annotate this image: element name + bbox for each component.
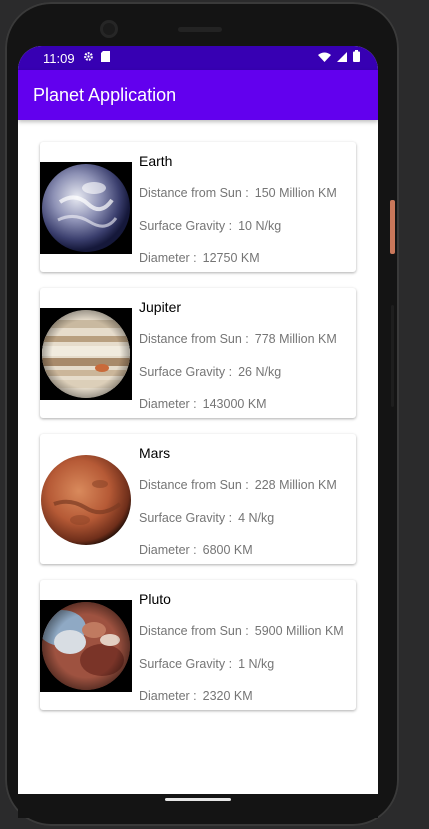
settings-icon bbox=[83, 51, 94, 65]
planet-card-earth[interactable]: Earth Distance from Sun :150 Million KM … bbox=[40, 142, 356, 272]
diameter-value: 2320 KM bbox=[202, 689, 253, 703]
distance-row: Distance from Sun : 778 Million KM bbox=[139, 332, 337, 346]
diameter-row: Diameter : 143000 KM bbox=[139, 397, 267, 411]
planet-card-jupiter[interactable]: Jupiter Distance from Sun : 778 Million K… bbox=[40, 288, 356, 418]
gravity-label: Surface Gravity : bbox=[139, 365, 233, 379]
status-time: 11:09 bbox=[43, 50, 75, 66]
front-camera bbox=[100, 20, 118, 38]
home-gesture-handle[interactable] bbox=[165, 798, 231, 801]
jupiter-image bbox=[40, 308, 132, 400]
planet-name: Jupiter bbox=[139, 299, 182, 315]
diameter-label: Diameter : bbox=[139, 543, 197, 557]
gravity-value: 10 N/kg bbox=[238, 219, 282, 233]
gravity-value: 1 N/kg bbox=[238, 657, 275, 671]
planet-name: Earth bbox=[139, 153, 173, 169]
planet-name: Pluto bbox=[139, 591, 171, 607]
distance-value: 228 Million KM bbox=[254, 478, 337, 492]
sd-card-icon bbox=[100, 51, 110, 65]
diameter-value: 12750 KM bbox=[202, 251, 260, 265]
distance-row: Distance from Sun : 5900 Million KM bbox=[139, 624, 344, 638]
diameter-row: Diameter : 12750 KM bbox=[139, 251, 260, 265]
distance-value: 5900 Million KM bbox=[254, 624, 344, 638]
app-bar: Planet Application bbox=[18, 70, 378, 120]
gravity-label: Surface Gravity : bbox=[139, 219, 233, 233]
planet-list[interactable]: Earth Distance from Sun :150 Million KM … bbox=[40, 142, 356, 726]
diameter-value: 143000 KM bbox=[202, 397, 267, 411]
mars-image bbox=[40, 454, 132, 546]
gravity-row: Surface Gravity : 26 N/kg bbox=[139, 365, 281, 379]
distance-label: Distance from Sun : bbox=[139, 478, 249, 492]
gravity-value: 26 N/kg bbox=[238, 365, 282, 379]
distance-label: Distance from Sun : bbox=[139, 332, 249, 346]
app-screen: 11:09 Planet Application Earth Distance … bbox=[18, 46, 378, 794]
navigation-bar bbox=[18, 794, 378, 812]
diameter-label: Diameter : bbox=[139, 689, 197, 703]
gravity-value: 4 N/kg bbox=[238, 511, 275, 525]
pluto-image bbox=[40, 600, 132, 692]
volume-button bbox=[391, 305, 394, 407]
diameter-value: 6800 KM bbox=[202, 543, 253, 557]
distance-row: Distance from Sun : 228 Million KM bbox=[139, 478, 337, 492]
status-bar: 11:09 bbox=[18, 46, 378, 70]
bottom-bezel bbox=[18, 812, 378, 818]
diameter-row: Diameter : 2320 KM bbox=[139, 689, 253, 703]
distance-label: Distance from Sun : bbox=[139, 186, 249, 200]
distance-label: Distance from Sun : bbox=[139, 624, 249, 638]
planet-card-mars[interactable]: Mars Distance from Sun : 228 Million KM S… bbox=[40, 434, 356, 564]
battery-icon bbox=[353, 50, 360, 65]
gravity-row: Surface Gravity : 10 N/kg bbox=[139, 219, 281, 233]
gravity-row: Surface Gravity : 1 N/kg bbox=[139, 657, 274, 671]
diameter-label: Diameter : bbox=[139, 397, 197, 411]
gravity-row: Surface Gravity : 4 N/kg bbox=[139, 511, 274, 525]
distance-row: Distance from Sun : 150 Million KM bbox=[139, 186, 337, 200]
wifi-icon bbox=[318, 50, 331, 65]
planet-card-pluto[interactable]: Pluto Distance from Sun : 5900 Million KM… bbox=[40, 580, 356, 710]
signal-icon bbox=[337, 50, 347, 65]
earth-image bbox=[40, 162, 132, 254]
gravity-label: Surface Gravity : bbox=[139, 511, 233, 525]
power-button bbox=[390, 200, 395, 254]
earpiece-speaker bbox=[178, 27, 222, 32]
distance-value: 150 Million KM bbox=[254, 186, 337, 200]
gravity-label: Surface Gravity : bbox=[139, 657, 233, 671]
planet-name: Mars bbox=[139, 445, 171, 461]
app-title: Planet Application bbox=[33, 84, 177, 105]
diameter-row: Diameter : 6800 KM bbox=[139, 543, 253, 557]
diameter-label: Diameter : bbox=[139, 251, 197, 265]
distance-value: 778 Million KM bbox=[254, 332, 337, 346]
